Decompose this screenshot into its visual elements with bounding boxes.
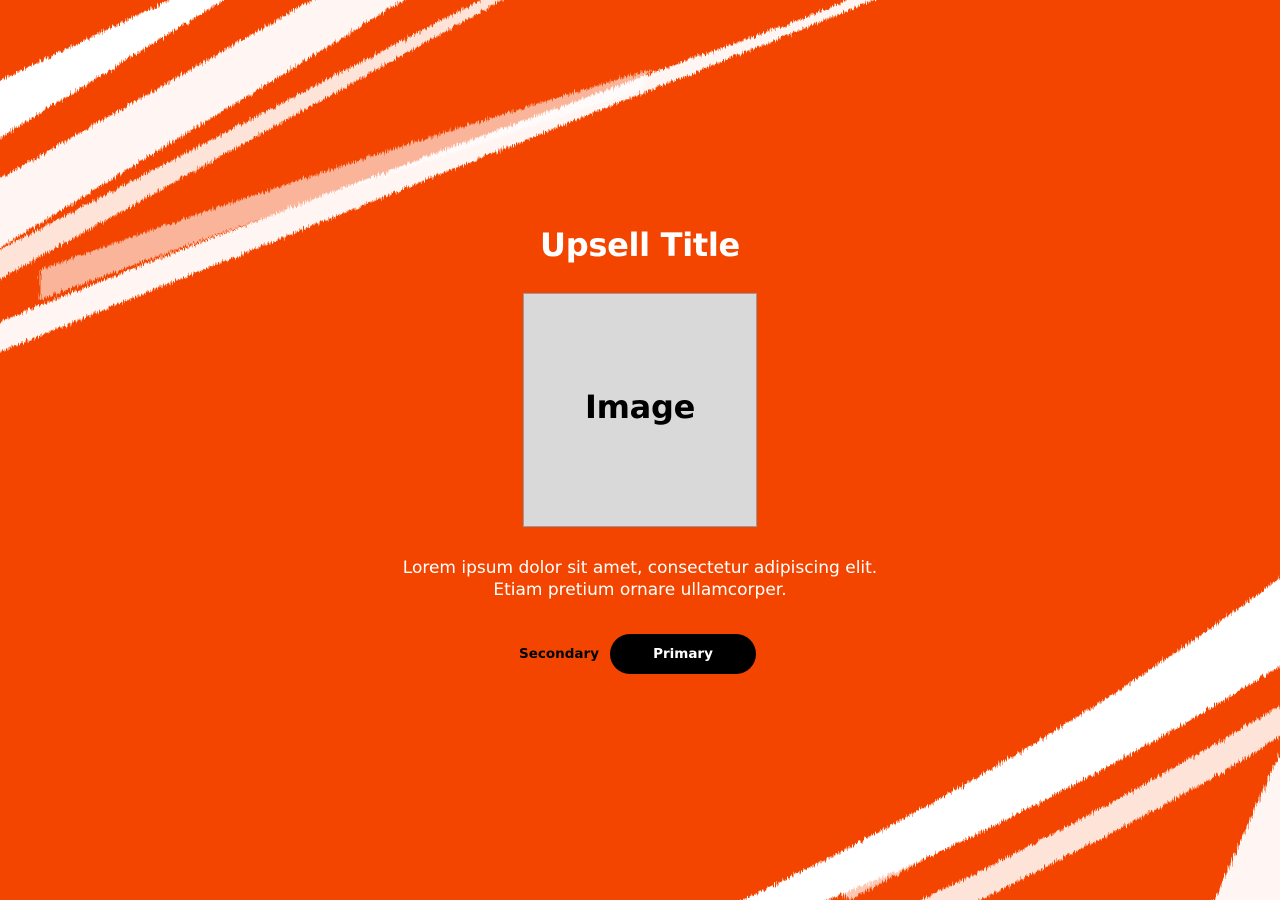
secondary-button[interactable]: Secondary — [510, 634, 608, 674]
primary-button[interactable]: Primary — [610, 634, 756, 674]
upsell-actions: Secondary Primary — [510, 634, 770, 674]
upsell-title: Upsell Title — [540, 226, 740, 264]
image-placeholder: Image — [523, 293, 757, 527]
upsell-body-text: Lorem ipsum dolor sit amet, consectetur … — [340, 557, 940, 601]
body-line: Etiam pretium ornare ullamcorper. — [493, 580, 787, 600]
upsell-panel: Upsell Title Image Lorem ipsum dolor sit… — [0, 0, 1280, 900]
body-line: Lorem ipsum dolor sit amet, consectetur … — [402, 558, 878, 578]
image-placeholder-label: Image — [585, 388, 695, 426]
